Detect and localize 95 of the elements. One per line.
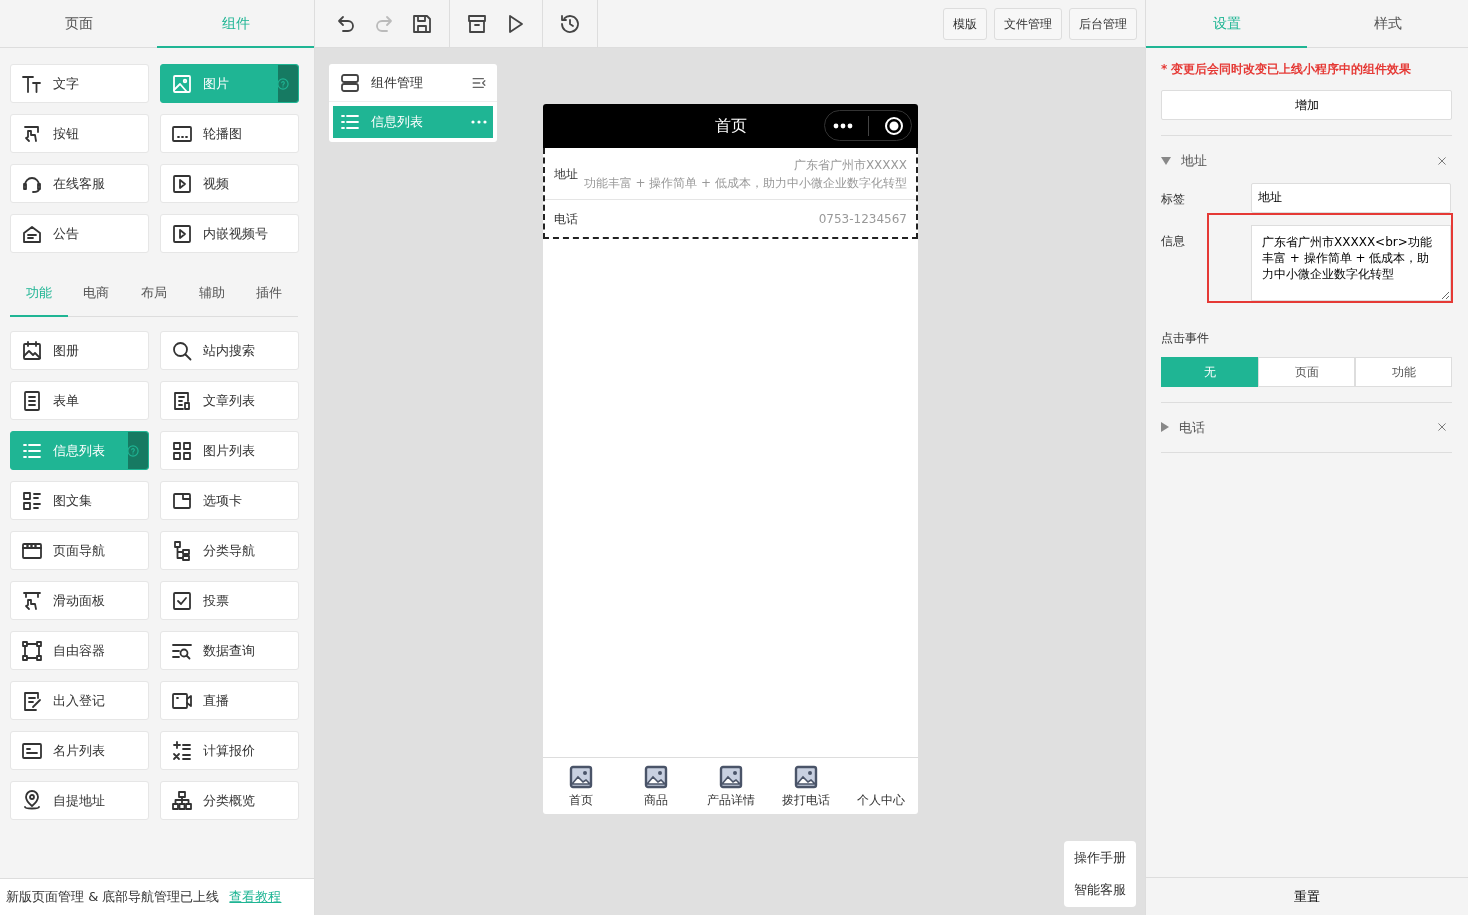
toolbar-button[interactable]: 模版 [943, 7, 987, 40]
component-tile[interactable]: 按钮 [10, 114, 149, 153]
component-tile[interactable]: 视频 [160, 164, 299, 203]
caret-right-icon[interactable] [1161, 422, 1169, 433]
history-icon [559, 12, 581, 35]
category-tab[interactable]: 电商 [67, 271, 126, 317]
location-pin-icon [21, 789, 43, 812]
edit-note-icon [21, 689, 43, 712]
layers-icon [339, 71, 361, 94]
tab-bar-item[interactable]: 个人中心 [843, 758, 918, 814]
archive-icon [466, 12, 488, 35]
row-value: 广东省广州市XXXXX [792, 156, 907, 174]
search-icon [171, 339, 193, 362]
tab-bar-item[interactable]: 产品详情 [693, 758, 768, 814]
text-area[interactable]: 广东省广州市XXXXX<br>功能丰富 + 操作简单 + 低成本，助力中小微企业数字化转型 [1251, 224, 1451, 301]
notice-text: 新版页面管理 & 底部导航管理已上线 [6, 888, 220, 907]
component-tile[interactable]: 文字 [10, 64, 149, 103]
toolbar-button[interactable]: 后台管理 [1069, 7, 1137, 40]
component-tile[interactable]: 计算报价 [160, 731, 299, 770]
tab[interactable]: 样式 [1307, 0, 1468, 48]
hierarchy-icon [171, 789, 193, 812]
album-icon [21, 339, 43, 362]
component-tile[interactable]: 在线客服 [10, 164, 149, 203]
image-icon [793, 765, 818, 789]
tab-bar-item[interactable]: 拨打电话 [768, 758, 843, 814]
more-icon [832, 122, 853, 129]
tab[interactable]: 页面 [0, 0, 157, 48]
component-tile[interactable]: 滑动面板 [10, 581, 149, 620]
row-label: 地址 [554, 165, 578, 183]
category-tab[interactable]: 布局 [125, 271, 183, 317]
play-icon [171, 222, 193, 245]
image-icon [643, 765, 668, 789]
toolbar-button[interactable]: 文件管理 [994, 7, 1062, 40]
field-label: 标签 [1161, 190, 1186, 208]
help-link[interactable]: 智能客服 [1074, 879, 1126, 901]
component-tile[interactable]: 图册 [10, 331, 149, 370]
form-icon [21, 389, 43, 412]
category-tab[interactable]: 辅助 [182, 271, 241, 317]
component-tile[interactable]: 图文集 [10, 481, 149, 520]
component-tile[interactable]: 选项卡 [160, 481, 299, 520]
target-icon [883, 115, 904, 136]
component-tile[interactable]: 页面导航 [10, 531, 149, 570]
input-field[interactable]: 地址 [1251, 182, 1451, 213]
warning-text: * 变更后会同时改变已上线小程序中的组件效果 [1161, 61, 1413, 78]
component-tile[interactable]: 公告 [10, 214, 149, 253]
close-icon [1436, 421, 1448, 434]
close-icon [1436, 154, 1448, 167]
tab-bar-item[interactable]: 首页 [543, 758, 618, 814]
add-button[interactable]: 增加 [1161, 90, 1452, 120]
calculator-icon [171, 739, 193, 762]
component-tile[interactable]: 内嵌视频号 [160, 214, 299, 253]
help-link[interactable]: 操作手册 [1074, 847, 1126, 869]
field-label: 信息 [1161, 232, 1186, 250]
checkbox-icon [171, 589, 193, 612]
component-tile[interactable]: 数据查询 [160, 631, 299, 670]
swipe-icon [21, 589, 43, 612]
grid-icon [171, 439, 193, 462]
panel-title: 组件管理 [371, 73, 423, 92]
row-label: 电话 [554, 210, 578, 228]
component-tile[interactable]: 站内搜索 [160, 331, 299, 370]
image-icon [718, 765, 743, 789]
component-tile[interactable]: 图片列表 [160, 431, 299, 470]
component-tile[interactable]: 自提地址 [10, 781, 149, 820]
frame-icon [21, 639, 43, 662]
image-text-icon [21, 489, 43, 512]
image-icon [171, 72, 193, 95]
page-title: 首页 [714, 115, 747, 137]
segment-option[interactable]: 页面 [1258, 356, 1355, 387]
segment-option[interactable]: 功能 [1355, 356, 1452, 387]
category-tab[interactable]: 插件 [240, 271, 298, 317]
more-icon [471, 120, 487, 124]
help-icon [126, 443, 140, 458]
image-icon [568, 765, 593, 789]
tree-icon [171, 539, 193, 562]
article-icon [171, 389, 193, 412]
row-value: 功能丰富 + 操作简单 + 低成本，助力中小微企业数字化转型 [583, 174, 907, 192]
play-icon [171, 172, 193, 195]
component-tile[interactable]: 投票 [160, 581, 299, 620]
row-value: 0753-1234567 [818, 210, 907, 228]
component-tile[interactable]: 直播 [160, 681, 299, 720]
component-tile[interactable]: 自由容器 [10, 631, 149, 670]
component-tile[interactable]: 名片列表 [10, 731, 149, 770]
caret-down-icon[interactable] [1161, 156, 1171, 165]
component-tile[interactable]: 文章列表 [160, 381, 299, 420]
component-tile[interactable]: 出入登记 [10, 681, 149, 720]
group-title: 地址 [1181, 152, 1207, 170]
group-title: 电话 [1179, 418, 1205, 437]
save-icon [411, 12, 433, 35]
component-tile[interactable]: 分类概览 [160, 781, 299, 820]
tab-bar-item[interactable]: 商品 [618, 758, 693, 814]
help-icon [276, 76, 290, 91]
component-tile[interactable]: 轮播图 [160, 114, 299, 153]
component-tile[interactable]: 分类导航 [160, 531, 299, 570]
component-tile[interactable]: 表单 [10, 381, 149, 420]
section-label: 点击事件 [1161, 329, 1210, 347]
